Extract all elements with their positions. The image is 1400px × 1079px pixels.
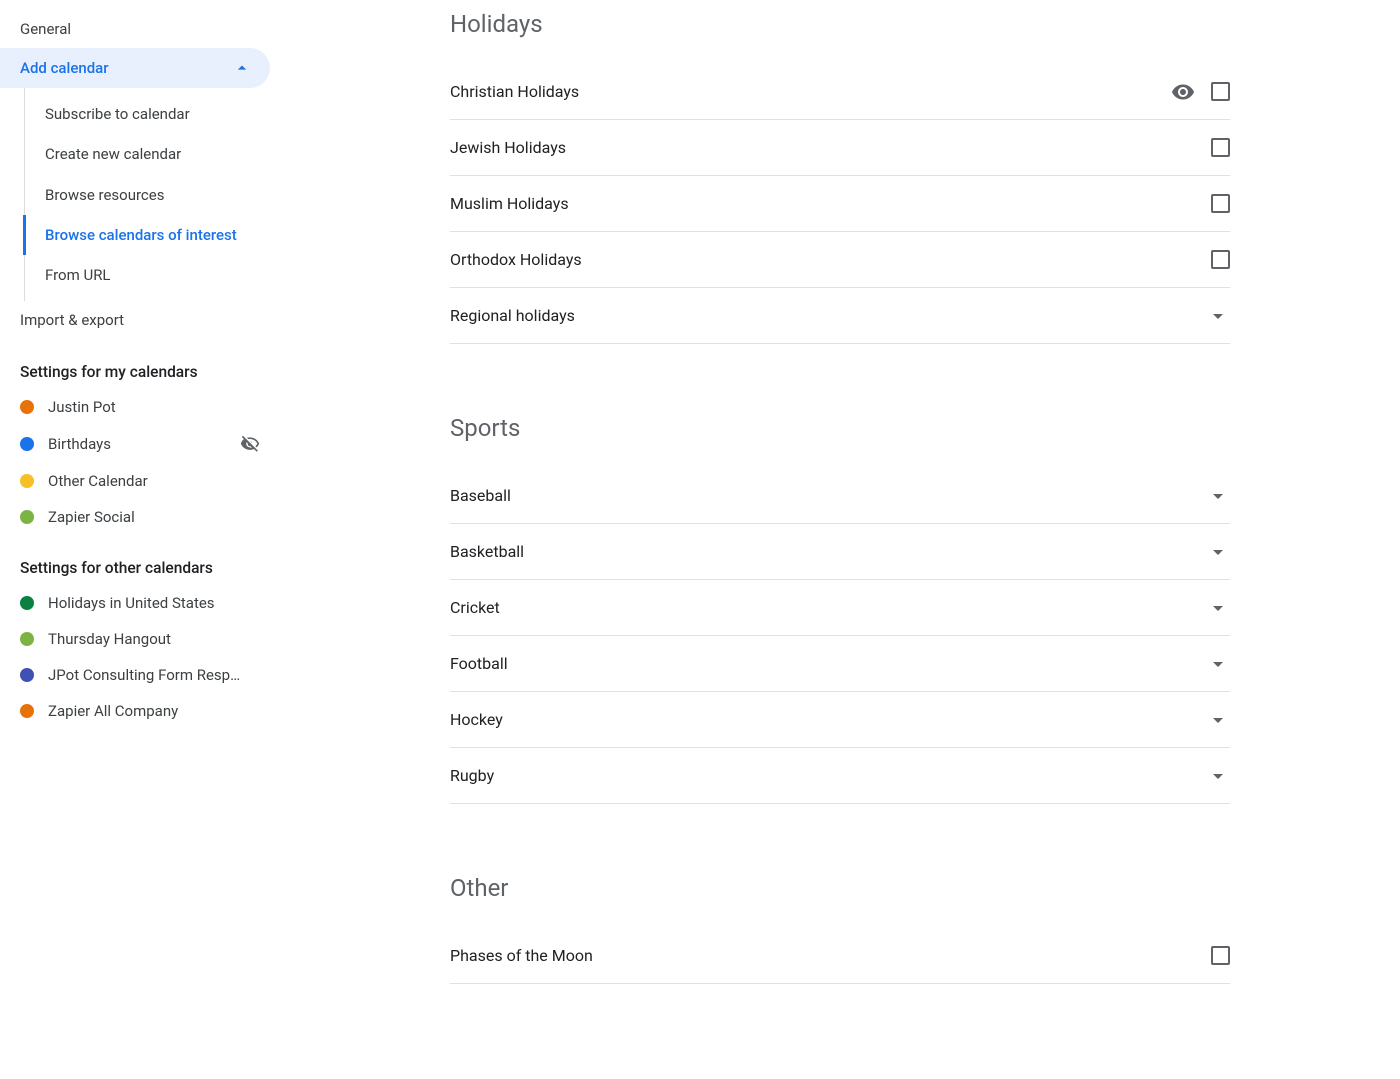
calendar-list-row: Christian Holidays [450, 64, 1230, 120]
chevron-up-icon [232, 58, 252, 78]
chevron-down-icon[interactable] [1206, 304, 1230, 328]
preview-eye-icon[interactable] [1171, 80, 1195, 104]
nav-add-calendar[interactable]: Add calendar [0, 48, 270, 88]
main-content: Holidays Christian Holidays Jewish Holiday… [280, 0, 1400, 1079]
calendar-color-dot [20, 668, 34, 682]
calendar-row[interactable]: Holidays in United States [0, 585, 280, 621]
subscribe-checkbox[interactable] [1211, 946, 1230, 965]
list-row-label: Phases of the Moon [450, 946, 1211, 965]
chevron-down-icon[interactable] [1206, 708, 1230, 732]
calendar-color-dot [20, 400, 34, 414]
calendar-color-dot [20, 704, 34, 718]
nav-label: Import & export [20, 311, 124, 329]
calendar-color-dot [20, 437, 34, 451]
list-row-label: Cricket [450, 598, 1206, 617]
list-row-actions [1211, 946, 1230, 965]
list-row-label: Muslim Holidays [450, 194, 1211, 213]
calendar-list-row: Jewish Holidays [450, 120, 1230, 176]
list-row-label: Orthodox Holidays [450, 250, 1211, 269]
calendar-row[interactable]: Other Calendar [0, 463, 280, 499]
sub-from-url[interactable]: From URL [25, 255, 280, 295]
list-row-label: Hockey [450, 710, 1206, 729]
calendar-label: Holidays in United States [48, 594, 260, 612]
sub-create-new[interactable]: Create new calendar [25, 134, 280, 174]
calendar-color-dot [20, 632, 34, 646]
calendar-label: Other Calendar [48, 472, 260, 490]
subscribe-checkbox[interactable] [1211, 138, 1230, 157]
list-row-actions [1206, 540, 1230, 564]
chevron-down-icon[interactable] [1206, 764, 1230, 788]
list-row-label: Regional holidays [450, 306, 1206, 325]
calendar-row[interactable]: Thursday Hangout [0, 621, 280, 657]
group-title: Holidays [450, 10, 1230, 38]
subscribe-checkbox[interactable] [1211, 82, 1230, 101]
list-row-label: Christian Holidays [450, 82, 1171, 101]
list-row-label: Basketball [450, 542, 1206, 561]
calendar-label: Zapier Social [48, 508, 260, 526]
calendar-list-row[interactable]: Basketball [450, 524, 1230, 580]
calendar-row[interactable]: Zapier Social [0, 499, 280, 535]
list-row-label: Rugby [450, 766, 1206, 785]
sub-browse-resources[interactable]: Browse resources [25, 175, 280, 215]
settings-sidebar: General Add calendar Subscribe to calend… [0, 0, 280, 1079]
subscribe-checkbox[interactable] [1211, 250, 1230, 269]
calendar-label: Justin Pot [48, 398, 260, 416]
calendar-list-row[interactable]: Rugby [450, 748, 1230, 804]
chevron-down-icon[interactable] [1206, 540, 1230, 564]
subscribe-checkbox[interactable] [1211, 194, 1230, 213]
calendar-list-row: Phases of the Moon [450, 928, 1230, 984]
nav-import-export[interactable]: Import & export [0, 301, 280, 339]
calendar-list-row[interactable]: Hockey [450, 692, 1230, 748]
hidden-eye-icon [240, 434, 260, 454]
list-row-label: Football [450, 654, 1206, 673]
list-row-label: Baseball [450, 486, 1206, 505]
list-row-actions [1211, 250, 1230, 269]
list-row-actions [1211, 138, 1230, 157]
calendar-list-row: Orthodox Holidays [450, 232, 1230, 288]
list-row-actions [1171, 80, 1230, 104]
sub-browse-interest[interactable]: Browse calendars of interest [23, 215, 280, 255]
add-calendar-submenu: Subscribe to calendar Create new calenda… [24, 88, 280, 301]
calendar-list-row[interactable]: Regional holidays [450, 288, 1230, 344]
chevron-down-icon[interactable] [1206, 484, 1230, 508]
calendar-list-row[interactable]: Baseball [450, 468, 1230, 524]
list-row-actions [1211, 194, 1230, 213]
nav-label: General [20, 20, 71, 38]
calendar-row[interactable]: Birthdays [0, 425, 280, 463]
calendar-list-row[interactable]: Football [450, 636, 1230, 692]
list-row-actions [1206, 764, 1230, 788]
calendar-list-row[interactable]: Cricket [450, 580, 1230, 636]
sub-subscribe[interactable]: Subscribe to calendar [25, 94, 280, 134]
my-calendars-header: Settings for my calendars [0, 339, 280, 389]
list-row-actions [1206, 484, 1230, 508]
list-row-actions [1206, 304, 1230, 328]
calendar-row[interactable]: JPot Consulting Form Resp… [0, 657, 280, 693]
calendar-color-dot [20, 510, 34, 524]
calendar-list-row: Muslim Holidays [450, 176, 1230, 232]
list-row-actions [1206, 708, 1230, 732]
list-row-actions [1206, 652, 1230, 676]
calendar-row[interactable]: Zapier All Company [0, 693, 280, 729]
group-title: Other [450, 874, 1230, 902]
my-calendars-list: Justin Pot Birthdays Other Calendar Zapier … [0, 389, 280, 535]
calendar-row[interactable]: Justin Pot [0, 389, 280, 425]
chevron-down-icon[interactable] [1206, 652, 1230, 676]
nav-general[interactable]: General [0, 10, 280, 48]
list-row-actions [1206, 596, 1230, 620]
list-row-label: Jewish Holidays [450, 138, 1211, 157]
calendar-label: JPot Consulting Form Resp… [48, 666, 260, 684]
group-title: Sports [450, 414, 1230, 442]
other-calendars-header: Settings for other calendars [0, 535, 280, 585]
calendar-label: Birthdays [48, 435, 226, 453]
calendar-label: Zapier All Company [48, 702, 260, 720]
other-calendars-list: Holidays in United States Thursday Hangou… [0, 585, 280, 729]
chevron-down-icon[interactable] [1206, 596, 1230, 620]
calendar-color-dot [20, 474, 34, 488]
calendar-color-dot [20, 596, 34, 610]
nav-label: Add calendar [20, 59, 109, 77]
calendar-label: Thursday Hangout [48, 630, 260, 648]
